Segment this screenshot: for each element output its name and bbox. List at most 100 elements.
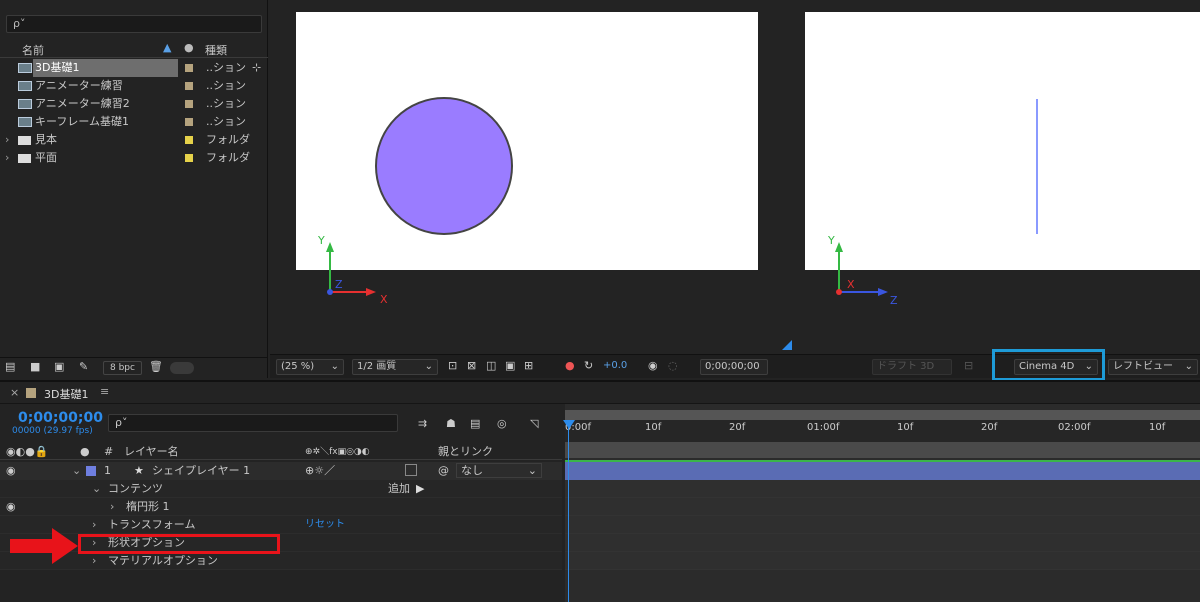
chevron-right-icon[interactable]: › — [5, 131, 9, 149]
project-item-type: ..ション — [206, 97, 246, 110]
label-swatch[interactable] — [185, 154, 193, 162]
current-time-indicator[interactable] — [568, 420, 569, 602]
sort-ascending-icon[interactable]: ▲ — [163, 41, 171, 54]
timeline-tab-title[interactable]: 3D基礎1 — [44, 386, 88, 402]
thumbnail-toggle[interactable] — [170, 362, 194, 374]
layer-index: 1 — [104, 464, 111, 477]
parent-dropdown[interactable]: なし ⌄ — [456, 463, 542, 478]
layer-name[interactable]: シェイプレイヤー 1 — [152, 462, 250, 480]
current-time-display[interactable]: 0;00;00;00 — [18, 410, 103, 426]
renderer-dropdown[interactable]: Cinema 4D ⌄ — [1014, 359, 1098, 375]
fast-preview-icon[interactable]: ⊡ — [448, 359, 457, 372]
flowchart-icon[interactable]: ⊹ — [252, 59, 261, 77]
frame-blending-icon[interactable]: ▤ — [470, 417, 480, 430]
label-tag-icon[interactable]: ● — [184, 41, 194, 54]
layer-duration-bar[interactable] — [565, 462, 1200, 480]
column-type[interactable]: 種類 — [205, 42, 227, 58]
work-area-bar[interactable] — [565, 410, 1200, 420]
new-composition-icon[interactable]: ▣ — [54, 360, 64, 373]
material-options-label: マテリアルオプション — [108, 554, 218, 567]
trash-icon[interactable]: 🗑 — [149, 360, 163, 373]
bit-depth-button[interactable]: 8 bpc — [103, 361, 142, 375]
property-row-material[interactable]: › マテリアルオプション — [0, 552, 562, 570]
close-icon[interactable]: × — [10, 386, 19, 399]
column-name[interactable]: 名前 — [22, 42, 44, 58]
property-row-transform[interactable]: › トランスフォーム リセット — [0, 516, 562, 534]
project-item-name: アニメーター練習2 — [35, 97, 130, 110]
pick-whip-icon[interactable]: @ — [438, 462, 449, 480]
ellipse-label: 楕円形 1 — [126, 500, 170, 513]
motion-blur-icon[interactable]: ◎ — [497, 417, 507, 430]
panel-menu-icon[interactable]: ≡ — [100, 385, 109, 398]
snapshot-icon[interactable]: ◉ — [648, 359, 658, 372]
reset-link[interactable]: リセット — [305, 516, 345, 534]
show-snapshot-icon[interactable]: ◌ — [668, 359, 678, 372]
interpret-footage-icon[interactable]: ▤ — [5, 360, 15, 373]
comp-mini-flowchart-icon[interactable]: ⇉ — [418, 417, 427, 430]
project-item[interactable]: 3D基礎1 ..ション ⊹ — [0, 59, 268, 77]
axis-y-label: Y — [828, 234, 835, 247]
project-item-type: フォルダ — [206, 133, 250, 146]
ellipse-shape — [375, 97, 513, 235]
layer-row[interactable]: ◉ ⌄ 1 ★ シェイプレイヤー 1 ⊕☼／ @ なし ⌄ — [0, 462, 562, 480]
project-item[interactable]: › 見本 フォルダ — [0, 131, 268, 149]
timeline-search-input[interactable]: ρ˅ — [108, 414, 398, 432]
time-ruler[interactable]: 0:00f 10f 20f 01:00f 10f 20f 02:00f 10f — [565, 420, 1200, 442]
guides-icon[interactable]: ⊞ — [524, 359, 533, 372]
project-item-name: アニメーター練習 — [35, 79, 123, 92]
property-row-ellipse[interactable]: ◉ › 楕円形 1 — [0, 498, 562, 516]
timeline-tab-row: × 3D基礎1 ≡ — [0, 382, 1200, 404]
project-item-name: 3D基礎1 — [33, 59, 178, 77]
folder-icon — [18, 154, 31, 163]
chevron-down-icon[interactable]: ⌄ — [92, 480, 101, 498]
resize-corner-icon[interactable] — [782, 340, 792, 350]
label-swatch[interactable] — [185, 64, 193, 72]
property-row-contents[interactable]: ⌄ コンテンツ 追加 ▶ — [0, 480, 562, 498]
add-label[interactable]: 追加 — [388, 480, 410, 498]
resolution-dropdown[interactable]: 1/2 画質 ⌄ — [352, 359, 438, 375]
3d-layer-toggle[interactable] — [405, 464, 417, 476]
mask-visibility-icon[interactable]: ◫ — [486, 359, 496, 372]
chevron-right-icon[interactable]: › — [92, 516, 96, 534]
eye-icon[interactable]: ◉ — [6, 498, 16, 516]
chevron-right-icon[interactable]: › — [110, 498, 114, 516]
axis-z-label: Z — [335, 278, 343, 291]
ground-plane-icon[interactable]: ⊟ — [964, 359, 973, 372]
playhead-icon[interactable] — [563, 420, 575, 429]
new-folder-icon[interactable]: ■ — [30, 360, 40, 373]
label-swatch[interactable] — [86, 466, 96, 476]
timecode-field[interactable]: 0;00;00;00 — [700, 359, 768, 375]
layer-switches[interactable]: ⊕☼／ — [305, 462, 335, 480]
transparency-grid-icon[interactable]: ⊠ — [467, 359, 476, 372]
chevron-right-icon[interactable]: › — [5, 149, 9, 167]
label-swatch[interactable] — [185, 82, 193, 90]
zoom-dropdown[interactable]: (25 %) ⌄ — [276, 359, 344, 375]
color-channel-icon[interactable]: ● — [565, 359, 575, 372]
timeline-panel: × 3D基礎1 ≡ 0;00;00;00 00000 (29.97 fps) ρ… — [0, 380, 1200, 602]
composition-icon — [18, 99, 32, 109]
project-item[interactable]: キーフレーム基礎1 ..ション — [0, 113, 268, 131]
label-swatch[interactable] — [185, 136, 193, 144]
reset-exposure-icon[interactable]: ↻ — [584, 359, 593, 372]
chevron-down-icon[interactable]: ⌄ — [72, 462, 81, 480]
draft-3d-button[interactable]: ドラフト 3D — [872, 359, 952, 375]
project-search-input[interactable]: ρ˅ — [6, 15, 262, 33]
shy-layers-icon[interactable]: ☗ — [446, 417, 456, 430]
project-item[interactable]: アニメーター練習2 ..ション — [0, 95, 268, 113]
settings-icon[interactable]: ✎ — [79, 360, 88, 373]
region-of-interest-icon[interactable]: ▣ — [505, 359, 515, 372]
track-row — [565, 480, 1200, 498]
project-item[interactable]: › 平面 フォルダ — [0, 149, 268, 167]
label-swatch[interactable] — [185, 118, 193, 126]
eye-icon[interactable]: ◉ — [6, 462, 16, 480]
ruler-tick: 10f — [897, 422, 914, 433]
graph-editor-icon[interactable]: ◹ — [530, 417, 538, 430]
project-item-name: 平面 — [35, 151, 57, 164]
composition-icon — [18, 117, 32, 127]
add-play-icon[interactable]: ▶ — [416, 480, 424, 498]
3d-view-dropdown[interactable]: レフトビュー ⌄ — [1108, 359, 1198, 375]
exposure-value[interactable]: +0.0 — [603, 360, 627, 371]
chevron-right-icon[interactable]: › — [92, 552, 96, 570]
project-item[interactable]: アニメーター練習 ..ション — [0, 77, 268, 95]
label-swatch[interactable] — [185, 100, 193, 108]
